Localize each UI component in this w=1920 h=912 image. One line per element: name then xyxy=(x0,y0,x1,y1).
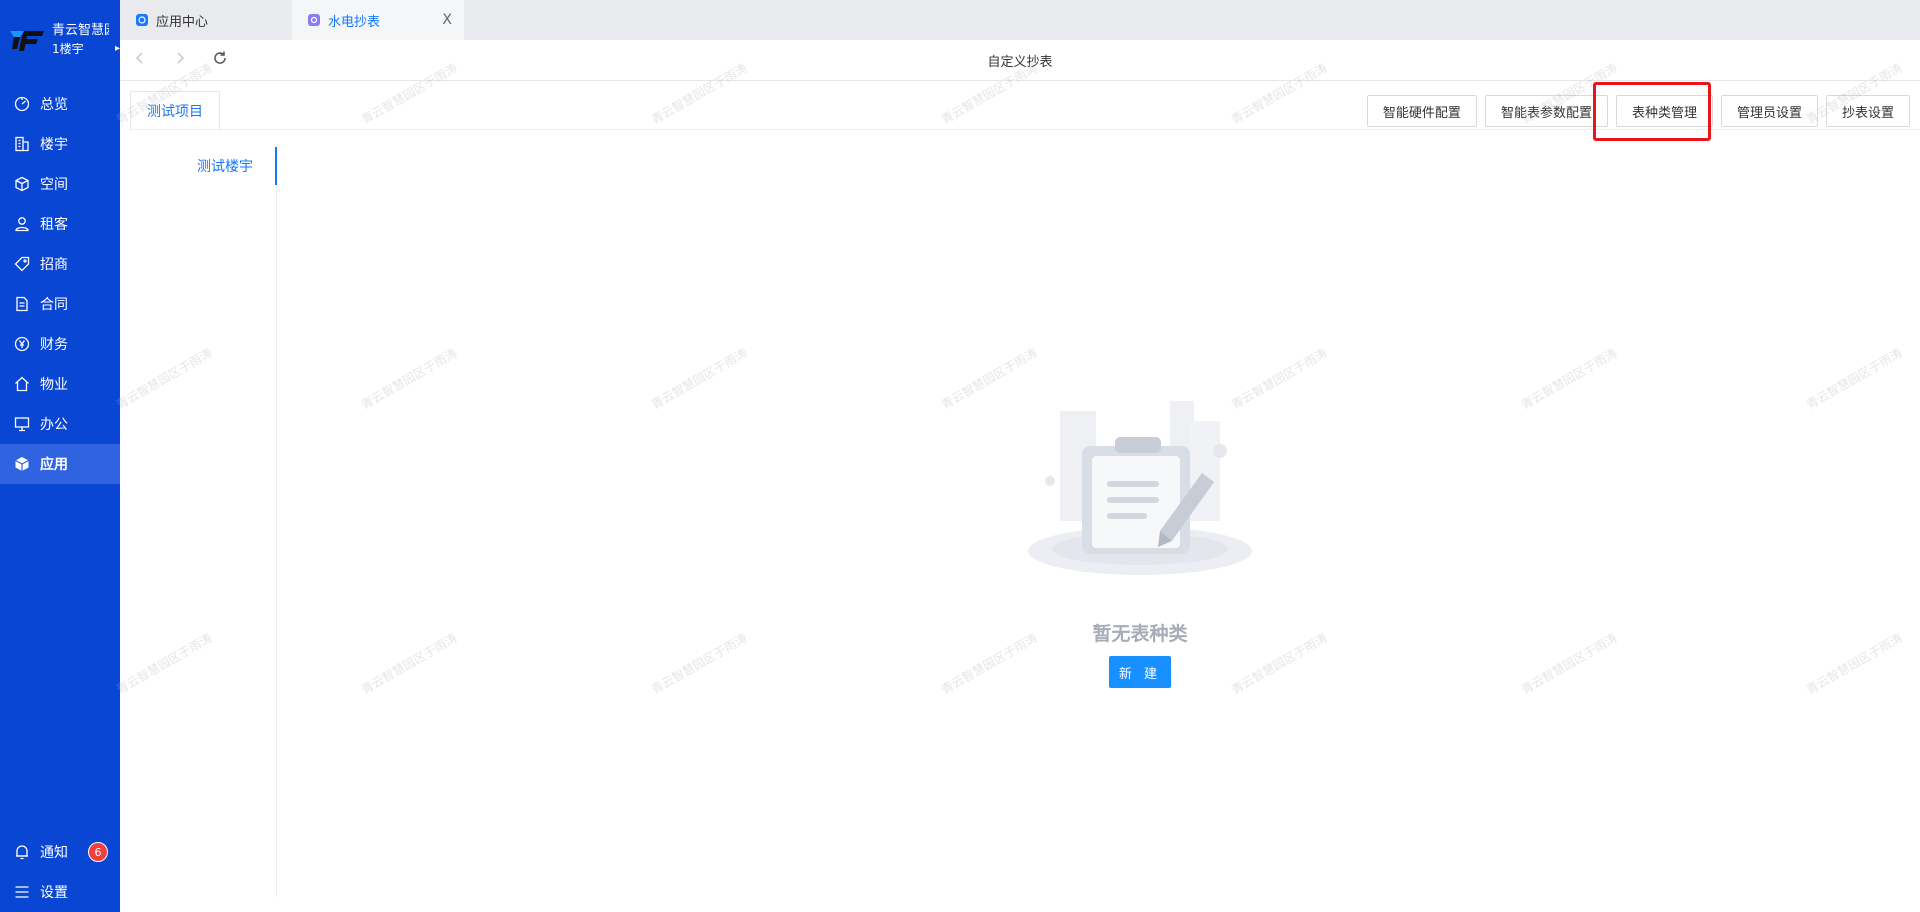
nav-label: 楼宇 xyxy=(40,137,68,153)
brand-name: 青云智慧园 xyxy=(52,23,109,38)
meter-type-management-button[interactable]: 表种类管理 xyxy=(1615,95,1713,127)
nav-item-leasing[interactable]: 招商 xyxy=(0,244,120,284)
brand-switcher[interactable]: 青云智慧园 1楼宇 ▸ xyxy=(0,0,120,80)
nav-item-finance[interactable]: 财务 xyxy=(0,324,120,364)
nav-item-settings[interactable]: 设置 xyxy=(0,872,120,912)
tab-app-center[interactable]: 应用中心 xyxy=(120,0,292,40)
main-nav: 总览 楼宇 空间 租客 招商 合同 财务 物业 办公 应用 xyxy=(0,84,120,484)
nav-item-notifications[interactable]: 通知 6 xyxy=(0,832,120,872)
close-icon[interactable]: X xyxy=(442,12,452,28)
action-buttons: 智能硬件配置 智能表参数配置 表种类管理 管理员设置 抄表设置 xyxy=(1359,95,1910,127)
notification-badge: 6 xyxy=(88,842,108,862)
reading-settings-button[interactable]: 抄表设置 xyxy=(1825,95,1910,127)
tab-label: 应用中心 xyxy=(156,14,209,30)
dashboard-icon xyxy=(14,96,30,112)
nav-item-office[interactable]: 办公 xyxy=(0,404,120,444)
nav-label: 租客 xyxy=(40,217,68,233)
nav-item-tenant[interactable]: 租客 xyxy=(0,204,120,244)
nav-item-building[interactable]: 楼宇 xyxy=(0,124,120,164)
back-icon[interactable] xyxy=(120,50,160,71)
admin-settings-button[interactable]: 管理员设置 xyxy=(1720,95,1818,127)
nav-item-contract[interactable]: 合同 xyxy=(0,284,120,324)
nav-label: 物业 xyxy=(40,377,68,393)
nav-item-overview[interactable]: 总览 xyxy=(0,84,120,124)
app-center-icon xyxy=(136,14,148,26)
menu-icon xyxy=(14,884,30,900)
nav-item-apps[interactable]: 应用 xyxy=(0,444,120,484)
empty-message: 暂无表种类 xyxy=(1092,623,1188,645)
empty-clipboard-illustration xyxy=(1020,381,1260,581)
tab-meter-reading[interactable]: 水电抄表 X xyxy=(292,0,464,40)
nav-label: 总览 xyxy=(40,97,68,113)
project-tab[interactable]: 测试项目 xyxy=(130,91,220,129)
divider xyxy=(130,129,1920,130)
cube-icon xyxy=(14,176,30,192)
nav-label: 办公 xyxy=(40,417,68,433)
nav-label: 设置 xyxy=(40,885,68,901)
nav-label: 财务 xyxy=(40,337,68,353)
nav-label: 通知 xyxy=(40,845,68,861)
main-content: 测试项目 智能硬件配置 智能表参数配置 表种类管理 管理员设置 抄表设置 测试楼… xyxy=(120,81,1920,912)
nav-item-property[interactable]: 物业 xyxy=(0,364,120,404)
refresh-icon[interactable] xyxy=(200,50,240,71)
home-icon xyxy=(14,376,30,392)
page-title: 自定义抄表 xyxy=(987,54,1053,70)
current-building: 1楼宇 xyxy=(52,42,84,56)
sidebar-footer: 通知 6 设置 xyxy=(0,832,120,912)
nav-label: 招商 xyxy=(40,257,68,273)
meter-app-icon xyxy=(308,14,320,26)
forward-icon[interactable] xyxy=(160,50,200,71)
yuan-icon xyxy=(14,336,30,352)
hardware-config-button[interactable]: 智能硬件配置 xyxy=(1366,95,1477,127)
nav-item-space[interactable]: 空间 xyxy=(0,164,120,204)
meter-params-button[interactable]: 智能表参数配置 xyxy=(1484,95,1608,127)
building-item[interactable]: 测试楼宇 xyxy=(157,147,277,185)
document-icon xyxy=(14,296,30,312)
page-tabs: 应用中心 水电抄表 X xyxy=(120,0,1920,40)
monitor-icon xyxy=(14,416,30,432)
toolbar: 自定义抄表 xyxy=(120,40,1920,81)
building-list: 测试楼宇 xyxy=(120,147,277,897)
nav-label: 空间 xyxy=(40,177,68,193)
tab-label: 水电抄表 xyxy=(328,14,381,30)
brand-logo xyxy=(10,27,46,53)
nav-label: 合同 xyxy=(40,297,68,313)
empty-state: 暂无表种类 新 建 xyxy=(990,381,1290,688)
app-icon xyxy=(14,456,30,472)
nav-label: 应用 xyxy=(40,457,68,473)
building-icon xyxy=(14,136,30,152)
new-button[interactable]: 新 建 xyxy=(1109,656,1171,688)
sidebar: 青云智慧园 1楼宇 ▸ 总览 楼宇 空间 租客 xyxy=(0,0,120,912)
user-icon xyxy=(14,216,30,232)
tag-icon xyxy=(14,256,30,272)
bell-icon xyxy=(14,844,30,860)
